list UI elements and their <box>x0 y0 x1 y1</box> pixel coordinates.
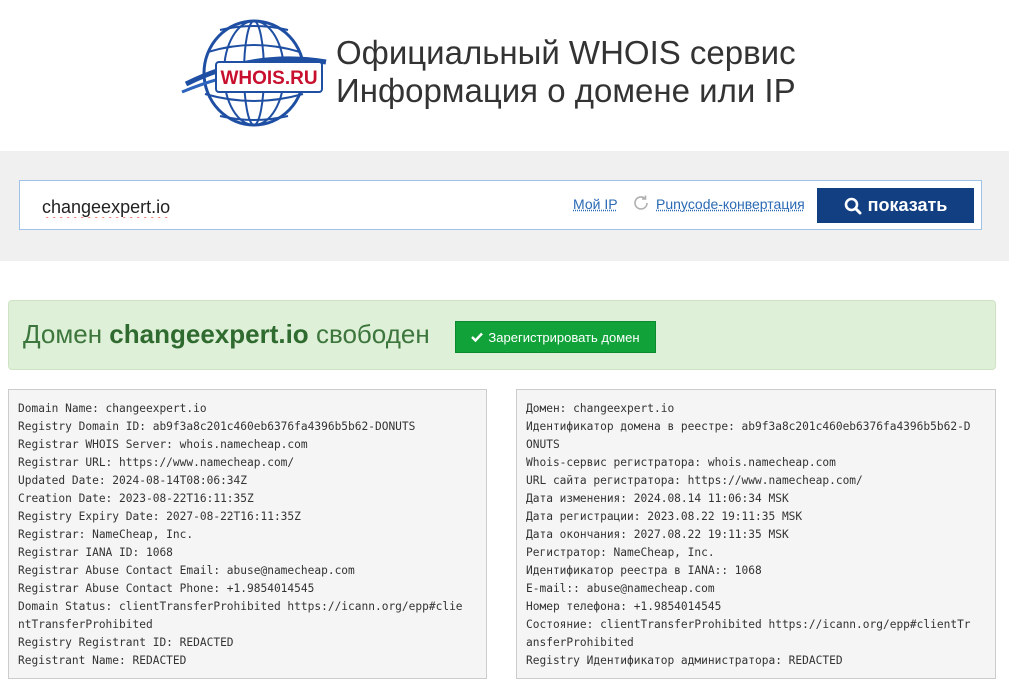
whois-line: Дата изменения: 2024.08.14 11:06:34 MSK <box>526 490 986 508</box>
header-title-line1: Официальный WHOIS сервис <box>336 34 796 72</box>
whois-line: Registrant Name: REDACTED <box>18 652 477 670</box>
my-ip-link[interactable]: Мой IP <box>573 196 618 212</box>
site-header: WHOIS.RU Официальный WHOIS сервис Информ… <box>0 0 1009 150</box>
whois-line: E-mail:: abuse@namecheap.com <box>526 580 986 598</box>
whois-line: Регистратор: NameCheap, Inc. <box>526 544 986 562</box>
status-prefix: Домен <box>23 319 102 349</box>
whois-line: Registrar WHOIS Server: whois.namecheap.… <box>18 436 477 454</box>
whois-line: Updated Date: 2024-08-14T08:06:34Z <box>18 472 477 490</box>
whois-line: URL сайта регистратора: https://www.name… <box>526 472 986 490</box>
domain-status-text: Домен changeexpert.io свободен <box>23 319 430 350</box>
whois-line: Registrar IANA ID: 1068 <box>18 544 477 562</box>
header-title-line2: Информация о домене или IP <box>336 72 796 110</box>
whois-line: Идентификатор реестра в IANA:: 1068 <box>526 562 986 580</box>
domain-search-input[interactable] <box>40 191 544 223</box>
whois-line: Состояние: clientTransferProhibited http… <box>526 616 986 634</box>
refresh-icon[interactable] <box>632 194 650 212</box>
whois-line: Registry Registrant ID: REDACTED <box>18 634 477 652</box>
check-icon <box>471 332 483 342</box>
show-button[interactable]: показать <box>817 188 974 223</box>
whois-line: Registry Domain ID: ab9f3a8c201c460eb637… <box>18 418 477 436</box>
whois-line: Дата окончания: 2027.08.22 19:11:35 MSK <box>526 526 986 544</box>
whois-line: Registrar Abuse Contact Email: abuse@nam… <box>18 562 477 580</box>
whois-line: Registrar Abuse Contact Phone: +1.985401… <box>18 580 477 598</box>
whois-line: Domain Name: changeexpert.io <box>18 400 477 418</box>
whois-line: Creation Date: 2023-08-22T16:11:35Z <box>18 490 477 508</box>
status-domain: changeexpert.io <box>109 319 308 349</box>
whois-line: Идентификатор домена в реестре: ab9f3a8c… <box>526 418 986 436</box>
whois-line: Registry Идентификатор администратора: R… <box>526 652 986 670</box>
whois-line: Registrar URL: https://www.namecheap.com… <box>18 454 477 472</box>
whois-line: Номер телефона: +1.9854014545 <box>526 598 986 616</box>
whois-logo-globe-icon[interactable]: WHOIS.RU <box>180 12 328 134</box>
register-domain-button[interactable]: Зарегистрировать домен <box>455 321 656 353</box>
search-icon <box>844 197 862 215</box>
whois-line: Дата регистрации: 2023.08.22 19:11:35 MS… <box>526 508 986 526</box>
whois-line: Registrar: NameCheap, Inc. <box>18 526 477 544</box>
register-domain-label: Зарегистрировать домен <box>488 330 639 345</box>
whois-line: ntTransferProhibited <box>18 616 477 634</box>
show-button-label: показать <box>868 195 948 216</box>
whois-line: Domain Status: clientTransferProhibited … <box>18 598 477 616</box>
punycode-link[interactable]: Punycode-конвертация <box>656 196 805 212</box>
whois-line: ansferProhibited <box>526 634 986 652</box>
search-band: Мой IP Punycode-конвертация показать <box>0 151 1009 261</box>
whois-line: Whois-сервис регистратора: whois.nameche… <box>526 454 986 472</box>
whois-raw-pane: Domain Name: changeexpert.io Registry Do… <box>8 389 487 679</box>
whois-translated-pane: Домен: changeexpert.io Идентификатор дом… <box>516 389 996 679</box>
whois-line: ONUTS <box>526 436 986 454</box>
search-form: Мой IP Punycode-конвертация показать <box>19 180 982 230</box>
domain-status-panel: Домен changeexpert.io свободен Зарегистр… <box>8 300 996 370</box>
whois-line: Registry Expiry Date: 2027-08-22T16:11:3… <box>18 508 477 526</box>
svg-text:WHOIS.RU: WHOIS.RU <box>220 68 317 89</box>
status-suffix: свободен <box>316 319 430 349</box>
whois-line: Домен: changeexpert.io <box>526 400 986 418</box>
